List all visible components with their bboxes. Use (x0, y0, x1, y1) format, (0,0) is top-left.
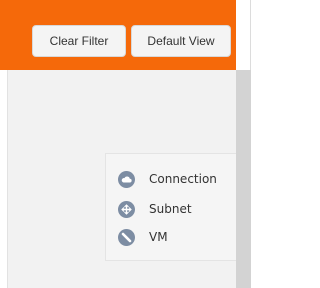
default-view-button[interactable]: Default View (131, 25, 231, 57)
legend-item-connection: Connection (118, 169, 217, 189)
clear-filter-button[interactable]: Clear Filter (32, 25, 126, 57)
network-icon (118, 200, 135, 218)
legend-label: Connection (149, 172, 217, 186)
vertical-scrollbar[interactable] (236, 70, 251, 288)
toolbar: Clear Filter Default View (0, 0, 236, 70)
legend-label: Subnet (149, 202, 192, 216)
cloud-icon (118, 170, 135, 188)
legend-label: VM (149, 230, 168, 244)
legend-item-vm: VM (118, 227, 168, 247)
legend: Connection Subnet VM (105, 153, 236, 261)
legend-item-subnet: Subnet (118, 199, 192, 219)
vm-icon (118, 228, 135, 246)
